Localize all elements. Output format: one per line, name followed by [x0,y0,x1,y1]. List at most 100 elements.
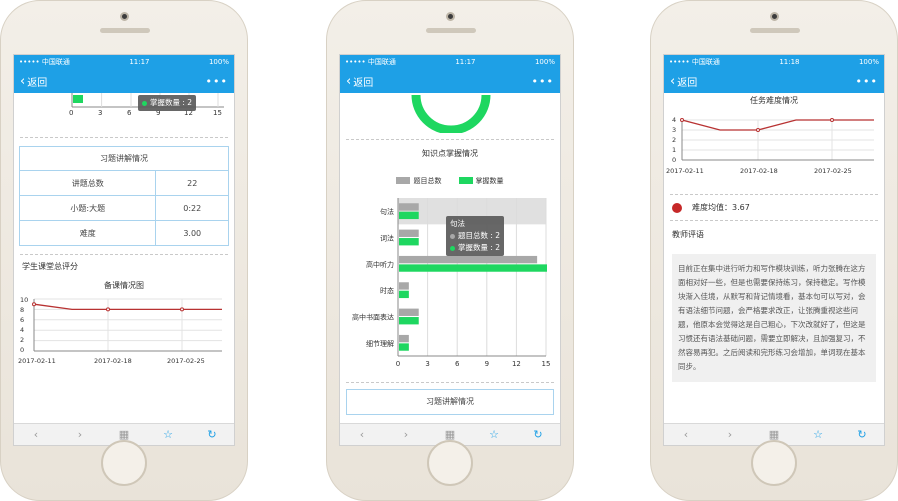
chevron-left-icon: ‹ [20,73,26,89]
bookmark-icon[interactable]: ☆ [158,428,178,441]
row-label: 小题:大题 [18,195,157,221]
legend-item: 掌握数量 [458,176,504,186]
data-point [830,118,834,122]
camera-icon [446,12,455,21]
bar-total [399,229,419,237]
camera-icon [770,12,779,21]
data-point [106,307,110,312]
content-area: 知识点掌握情况 题目总数 掌握数量 句法 词法 高中听力 时态 高中书面表达 细节理解 0 3… [340,93,560,423]
screen-1: ••••• 中国联通 11:17 100% ‹ 返回 ••• 0 3 6 9 1… [13,54,235,446]
section-title: 学生课堂总评分 [22,262,78,271]
speaker-grille [426,28,476,33]
data-point [756,128,760,132]
legend-dot [142,100,147,106]
bookmark-icon[interactable]: ☆ [808,428,828,441]
back-arrow-icon[interactable]: ‹ [26,428,46,441]
y-tick: 10 [20,296,29,304]
data-point [680,118,684,122]
top-bar-green [73,95,83,103]
forward-arrow-icon[interactable]: › [396,428,416,441]
bar-total [399,203,419,211]
category-label: 细节理解 [366,339,394,348]
top-chart-partial: 0 3 6 9 12 15 掌握数量 : 2 [14,93,234,137]
forward-arrow-icon[interactable]: › [70,428,90,441]
bar-mastered [399,290,409,299]
more-menu-button[interactable]: ••• [532,75,554,88]
clock: 11:17 [129,58,150,66]
status-bar: ••••• 中国联通 11:17 100% [14,55,234,69]
screen-3: ••••• 中国联通 11:18 100% ‹ 返回 ••• 任务难度情况 4 … [663,54,885,446]
divider [346,139,554,140]
tooltip-text: 题目总数 : 2 [458,231,501,240]
y-tick: 0 [672,156,677,164]
battery-label: 100% [858,58,879,66]
carrier-label: ••••• 中国联通 [345,58,396,66]
home-button[interactable] [427,440,473,486]
forward-arrow-icon[interactable]: › [720,428,740,441]
teacher-title: 教师评语 [672,230,704,239]
tooltip-line: 掌握数量 : 2 [450,242,500,254]
category-label: 高中书面表达 [352,313,394,322]
table-title: 习题讲解情况 [19,146,229,171]
more-menu-button[interactable]: ••• [856,75,878,88]
back-arrow-icon[interactable]: ‹ [352,428,372,441]
prep-chart-svg [32,298,222,352]
tick: 15 [213,109,222,117]
phone-frame-3: ••••• 中国联通 11:18 100% ‹ 返回 ••• 任务难度情况 4 … [650,0,898,501]
bookmark-icon[interactable]: ☆ [484,428,504,441]
x-tick: 0 [396,360,400,368]
top-chart-svg [71,93,224,108]
content-area: 任务难度情况 4 3 2 1 0 2017-02-11 2017-02-18 2… [664,93,884,423]
more-menu-button[interactable]: ••• [206,75,228,88]
x-tick: 2017-02-18 [740,167,778,175]
y-tick: 4 [672,116,677,124]
bar-total [399,282,409,290]
mockup-stage: ••••• 中国联通 11:17 100% ‹ 返回 ••• 0 3 6 9 1… [0,0,898,501]
y-tick: 0 [20,346,25,354]
chevron-left-icon: ‹ [670,73,676,89]
row-value: 22 [155,170,229,196]
category-label: 高中听力 [366,260,394,269]
x-tick: 2017-02-18 [94,357,132,365]
speaker-grille [100,28,150,33]
back-label: 返回 [27,77,48,89]
nav-bar: ‹ 返回 ••• [340,69,560,93]
chevron-left-icon: ‹ [346,73,352,89]
y-axis-ticks: 4 3 2 1 0 [672,115,676,165]
home-button[interactable] [101,440,147,486]
y-tick: 8 [20,306,25,314]
refresh-icon[interactable]: ↻ [528,428,548,441]
avg-dot-icon [672,202,682,213]
chart-tooltip: 掌握数量 : 2 [138,95,197,111]
screen-2: ••••• 中国联通 11:17 100% ‹ 返回 ••• 知识点掌握情况 题… [339,54,561,446]
chart-legend: 题目总数 掌握数量 [340,169,560,188]
row-label: 讲题总数 [18,170,157,196]
nav-bar: ‹ 返回 ••• [664,69,884,93]
avg-label: 难度均值：3.67 [692,203,750,212]
chart-title: 备课情况图 [104,281,144,290]
exercise-table-header: 习题讲解情况 [346,389,554,415]
back-arrow-icon[interactable]: ‹ [676,428,696,441]
x-tick: 12 [512,360,521,368]
y-tick: 1 [672,146,677,154]
bar-mastered [399,238,419,246]
bar-mastered [399,211,419,220]
legend-dot [450,233,455,239]
back-button[interactable]: ‹ 返回 [346,74,373,89]
home-button[interactable] [751,440,797,486]
refresh-icon[interactable]: ↻ [852,428,872,441]
y-tick: 2 [20,336,25,344]
bar-mastered [399,343,409,351]
x-tick: 3 [425,360,429,368]
x-tick: 2017-02-25 [167,357,205,365]
bar-total [399,255,538,264]
refresh-icon[interactable]: ↻ [202,428,222,441]
carrier-label: ••••• 中国联通 [19,58,70,66]
y-axis-ticks: 10 8 6 4 2 0 [20,295,28,355]
carrier-label: ••••• 中国联通 [669,58,720,66]
legend-item: 题目总数 [396,176,441,186]
x-tick: 2017-02-11 [666,167,704,175]
back-button[interactable]: ‹ 返回 [670,74,697,89]
x-tick: 9 [485,360,489,368]
back-button[interactable]: ‹ 返回 [20,74,47,89]
